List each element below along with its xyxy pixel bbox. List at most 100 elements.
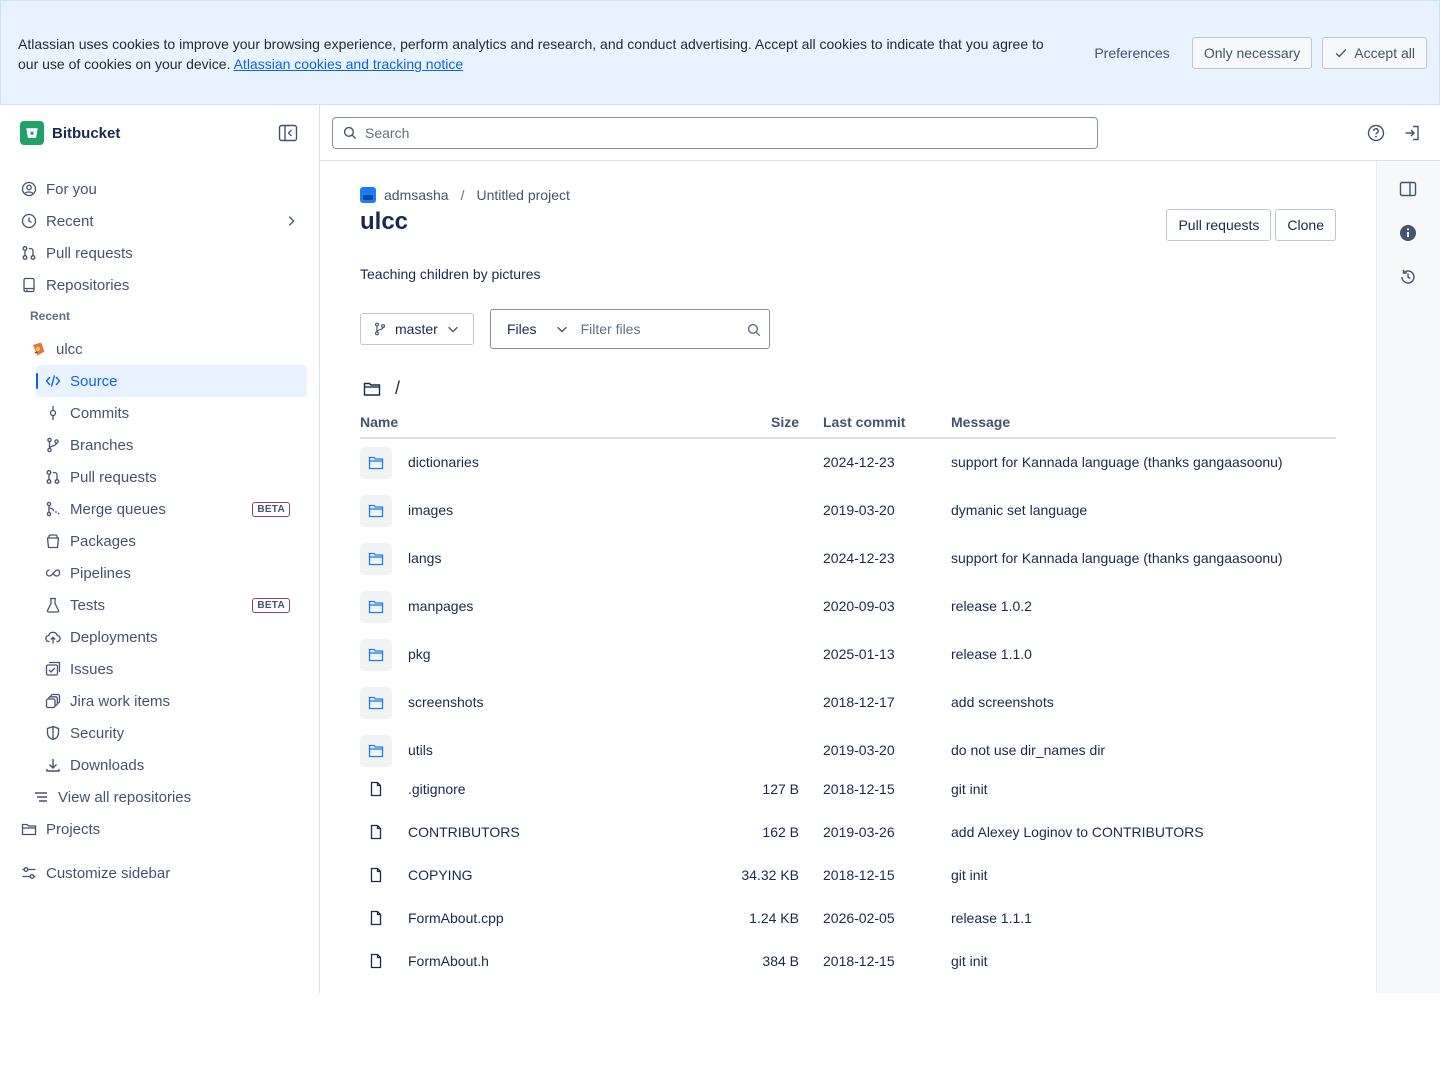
table-row-folder[interactable]: pkg 2025-01-13 release 1.1.0	[360, 639, 1336, 671]
clock-icon	[20, 212, 38, 230]
sidebar-item-repo-ulcc[interactable]: ulcc	[30, 333, 83, 365]
file-name[interactable]: manpages	[408, 598, 473, 614]
merge-queue-icon	[44, 500, 62, 518]
help-icon[interactable]	[1367, 124, 1385, 142]
table-row-folder[interactable]: dictionaries 2024-12-23 support for Kannad…	[360, 447, 1336, 479]
filter-files-input[interactable]	[580, 321, 741, 337]
collapse-sidebar-icon[interactable]	[278, 124, 298, 142]
file-name[interactable]: CONTRIBUTORS	[408, 824, 520, 840]
sidebar-item-source[interactable]: Source	[36, 365, 307, 397]
column-name-header[interactable]: Name	[360, 414, 398, 430]
cookie-message: Atlassian uses cookies to improve your b…	[18, 34, 1048, 74]
only-necessary-button[interactable]: Only necessary	[1191, 37, 1313, 69]
sidebar-item-view-all-repositories[interactable]: View all repositories	[32, 781, 191, 813]
sidebar-item-jira-work-items[interactable]: Jira work items	[44, 685, 170, 717]
sign-in-icon[interactable]	[1403, 124, 1421, 142]
sidebar-item-label: Pull requests	[46, 244, 133, 262]
file-name[interactable]: screenshots	[408, 694, 483, 710]
commit-message[interactable]: do not use dir_names dir	[951, 742, 1105, 758]
sidebar-item-for-you[interactable]: For you	[20, 173, 97, 205]
preferences-button[interactable]: Preferences	[1082, 38, 1181, 68]
last-commit-date: 2019-03-20	[823, 742, 895, 758]
file-name[interactable]: langs	[408, 550, 441, 566]
sidebar-item-commits[interactable]: Commits	[44, 397, 129, 429]
file-name[interactable]: dictionaries	[408, 454, 479, 470]
search-icon	[343, 126, 357, 140]
sidebar-item-issues[interactable]: Issues	[44, 653, 113, 685]
bitbucket-home-link[interactable]: Bitbucket	[20, 121, 120, 145]
commit-message[interactable]: release 1.1.1	[951, 910, 1032, 926]
commit-message[interactable]: git init	[951, 867, 988, 883]
sidebar-item-repo-pull-requests[interactable]: Pull requests	[44, 461, 157, 493]
sidebar-item-label: Source	[70, 372, 118, 390]
sidebar-item-downloads[interactable]: Downloads	[44, 749, 144, 781]
issues-icon	[44, 660, 62, 678]
file-name[interactable]: .gitignore	[408, 781, 466, 797]
commit-message[interactable]: release 1.1.0	[951, 646, 1032, 662]
commit-message[interactable]: support for Kannada language (thanks gan…	[951, 454, 1283, 470]
sidebar-item-pull-requests[interactable]: Pull requests	[20, 237, 133, 269]
sidebar-item-merge-queues[interactable]: Merge queues BETA	[44, 493, 307, 525]
sidebar-item-label: Pipelines	[70, 564, 131, 582]
file-icon	[370, 953, 382, 969]
pull-requests-button[interactable]: Pull requests	[1166, 209, 1272, 241]
table-row-file[interactable]: FormAbout.cpp 1.24 KB 2026-02-05 release 1.…	[360, 910, 1336, 930]
table-row-folder[interactable]: images 2019-03-20 dymanic set language	[360, 495, 1336, 527]
search-input[interactable]	[365, 125, 1097, 141]
commit-message[interactable]: git init	[951, 953, 988, 969]
table-row-folder[interactable]: manpages 2020-09-03 release 1.0.2	[360, 591, 1336, 623]
cookie-banner: Atlassian uses cookies to improve your b…	[0, 0, 1440, 105]
sidebar-panel-icon[interactable]	[1399, 181, 1417, 197]
table-row-file[interactable]: COPYING 34.32 KB 2018-12-15 git init	[360, 867, 1336, 887]
user-circle-icon	[20, 180, 38, 198]
file-name[interactable]: FormAbout.cpp	[408, 910, 504, 926]
filter-mode-select[interactable]: Files	[491, 310, 581, 348]
file-name[interactable]: FormAbout.h	[408, 953, 489, 969]
global-search[interactable]	[332, 117, 1098, 149]
table-row-file[interactable]: .gitignore 127 B 2018-12-15 git init	[360, 781, 1336, 801]
column-message-header[interactable]: Message	[951, 414, 1010, 430]
sidebar-item-label: Security	[70, 724, 125, 742]
commit-message[interactable]: dymanic set language	[951, 502, 1087, 518]
chevron-right-icon[interactable]	[284, 214, 298, 228]
sidebar-item-packages[interactable]: Packages	[44, 525, 136, 557]
table-row-folder[interactable]: screenshots 2018-12-17 add screenshots	[360, 687, 1336, 719]
sidebar-item-recent[interactable]: Recent	[20, 205, 306, 237]
file-name[interactable]: pkg	[408, 646, 431, 662]
commit-message[interactable]: add Alexey Loginov to CONTRIBUTORS	[951, 824, 1204, 840]
table-row-folder[interactable]: utils 2019-03-20 do not use dir_names dir	[360, 735, 1336, 767]
last-commit-date: 2018-12-17	[823, 694, 895, 710]
commit-message[interactable]: release 1.0.2	[951, 598, 1032, 614]
table-row-folder[interactable]: langs 2024-12-23 support for Kannada langu…	[360, 543, 1336, 575]
customize-sidebar-button[interactable]: Customize sidebar	[20, 857, 170, 889]
branch-selector[interactable]: master	[360, 313, 474, 345]
commit-message[interactable]: support for Kannada language (thanks gan…	[951, 550, 1283, 566]
sidebar-item-repositories[interactable]: Repositories	[20, 269, 129, 301]
table-row-file[interactable]: FormAbout.h 384 B 2018-12-15 git init	[360, 953, 1336, 973]
cookie-notice-link[interactable]: Atlassian cookies and tracking notice	[234, 56, 464, 72]
sidebar-item-branches[interactable]: Branches	[44, 429, 133, 461]
sidebar-item-security[interactable]: Security	[44, 717, 124, 749]
cookie-text: Atlassian uses cookies to improve your b…	[18, 36, 1044, 72]
breadcrumb-workspace[interactable]: admsasha	[384, 187, 449, 203]
sidebar-item-pipelines[interactable]: Pipelines	[44, 557, 131, 589]
file-name[interactable]: images	[408, 502, 453, 518]
table-row-file[interactable]: CONTRIBUTORS 162 B 2019-03-26 add Alexey Lo…	[360, 824, 1336, 844]
breadcrumb-project[interactable]: Untitled project	[476, 187, 569, 203]
branch-name: master	[395, 321, 438, 337]
sidebar-item-projects[interactable]: Projects	[20, 813, 100, 845]
sidebar-item-deployments[interactable]: Deployments	[44, 621, 158, 653]
sidebar-item-tests[interactable]: Tests BETA	[44, 589, 307, 621]
file-name[interactable]: utils	[408, 742, 433, 758]
column-last-commit-header[interactable]: Last commit	[823, 414, 905, 430]
history-icon[interactable]	[1399, 268, 1417, 286]
info-icon[interactable]	[1399, 224, 1417, 242]
last-commit-date: 2024-12-23	[823, 454, 895, 470]
clone-button[interactable]: Clone	[1275, 209, 1336, 241]
file-name[interactable]: COPYING	[408, 867, 473, 883]
column-size-header[interactable]: Size	[771, 414, 799, 430]
commit-message[interactable]: add screenshots	[951, 694, 1054, 710]
accept-all-button[interactable]: Accept all	[1322, 37, 1427, 69]
sidebar-item-label: Repositories	[46, 276, 130, 294]
commit-message[interactable]: git init	[951, 781, 988, 797]
